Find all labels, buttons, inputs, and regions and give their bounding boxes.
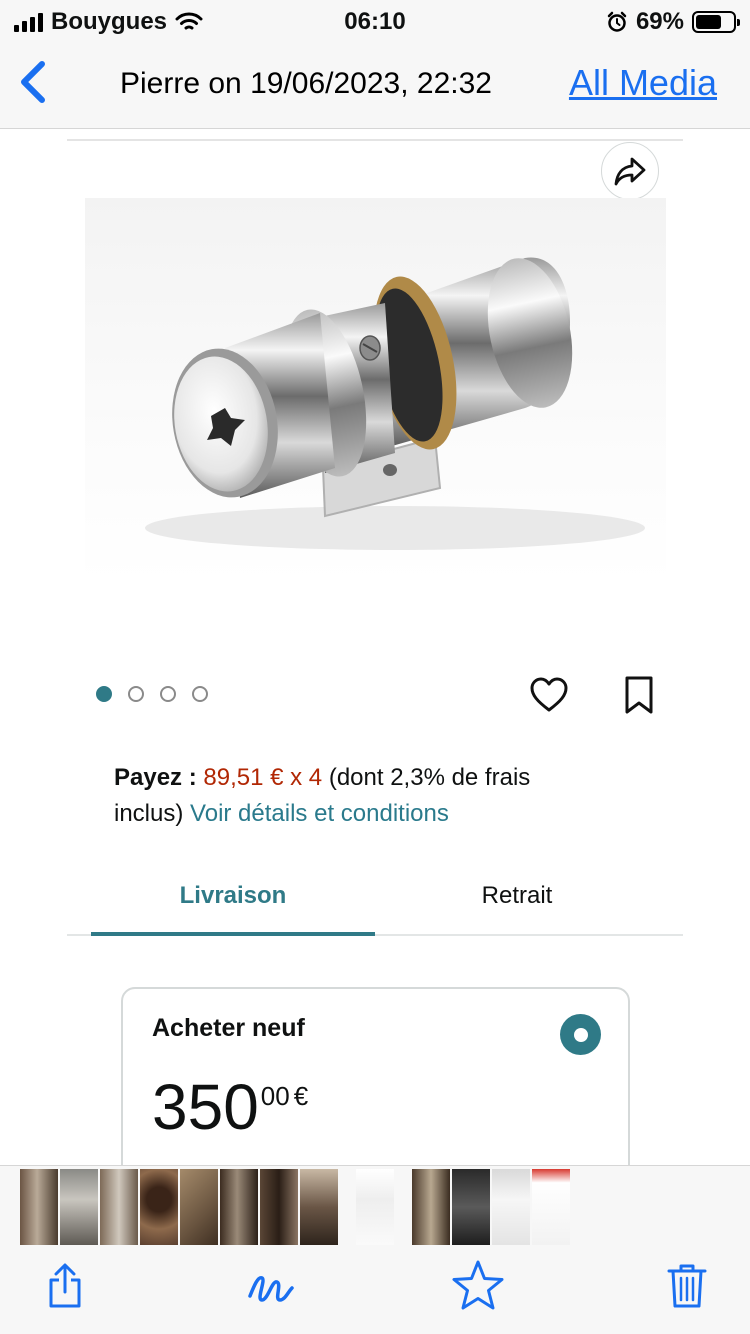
pay-label: Payez : xyxy=(114,764,197,791)
battery-icon xyxy=(692,11,740,33)
thumbnail[interactable] xyxy=(180,1169,218,1245)
offer-title: Acheter neuf xyxy=(152,1014,305,1042)
chevron-left-icon xyxy=(21,61,45,103)
nav-bar: Pierre on 19/06/2023, 22:32 All Media xyxy=(0,40,750,129)
markup-button[interactable] xyxy=(246,1261,296,1311)
product-image[interactable] xyxy=(85,198,666,584)
thumbnail[interactable] xyxy=(412,1169,450,1245)
delete-button[interactable] xyxy=(662,1261,712,1311)
save-for-later-button[interactable] xyxy=(622,674,656,716)
thumbnail[interactable] xyxy=(300,1169,338,1245)
alarm-icon xyxy=(607,11,627,32)
nav-title: Pierre on 19/06/2023, 22:32 xyxy=(120,67,492,100)
share-icon xyxy=(49,1263,81,1308)
heart-icon xyxy=(530,677,568,712)
thumbnail[interactable] xyxy=(532,1169,570,1245)
installment-amount: 89,51 € x 4 xyxy=(203,764,323,791)
share-arrow-icon xyxy=(614,157,646,186)
offer-price: 350 00 € xyxy=(152,1075,308,1139)
tab-retrait[interactable]: Retrait xyxy=(375,858,659,934)
installment-info: Payez : 89,51 € x 4 (dont 2,3% de frais … xyxy=(114,760,594,832)
carousel-dots[interactable] xyxy=(96,686,208,702)
share-product-button[interactable] xyxy=(601,142,659,200)
star-icon xyxy=(452,1260,504,1310)
tab-livraison[interactable]: Livraison xyxy=(91,858,375,936)
media-thumbnail-strip[interactable] xyxy=(0,1165,750,1247)
offer-radio-selected[interactable] xyxy=(560,1014,601,1055)
carousel-dot[interactable] xyxy=(192,686,208,702)
price-fraction: 00 xyxy=(260,1081,290,1111)
battery-fill xyxy=(696,15,721,29)
back-button[interactable] xyxy=(14,58,54,108)
thumbnails xyxy=(20,1169,570,1245)
lock-cylinder-illustration xyxy=(145,257,645,550)
thumbnail[interactable] xyxy=(20,1169,58,1245)
battery-percent: 69% xyxy=(635,8,684,35)
status-right: 69% xyxy=(606,8,740,36)
price-whole: 350 xyxy=(152,1071,259,1143)
buy-new-offer-card[interactable]: Acheter neuf 350 00 € xyxy=(121,987,630,1165)
carousel-dot[interactable] xyxy=(96,686,112,702)
carousel-dot[interactable] xyxy=(160,686,176,702)
thumbnail[interactable] xyxy=(60,1169,98,1245)
delivery-tabs: Livraison Retrait xyxy=(67,858,683,936)
markup-pen-icon xyxy=(248,1276,294,1302)
photos-toolbar xyxy=(0,1247,750,1334)
carousel-dot[interactable] xyxy=(128,686,144,702)
thumbnail[interactable] xyxy=(220,1169,258,1245)
status-bar: Bouygues 06:10 69% xyxy=(0,0,750,40)
thumbnail[interactable] xyxy=(492,1169,530,1245)
conditions-link[interactable]: Voir détails et conditions xyxy=(190,800,449,827)
price-currency: € xyxy=(293,1081,309,1111)
thumbnail[interactable] xyxy=(452,1169,490,1245)
thumbnail[interactable] xyxy=(356,1169,394,1245)
all-media-link[interactable]: All Media xyxy=(569,62,717,104)
radio-dot xyxy=(573,1027,588,1042)
thumbnail[interactable] xyxy=(100,1169,138,1245)
favorite-photo-button[interactable] xyxy=(450,1258,506,1314)
share-button[interactable] xyxy=(40,1261,90,1311)
thumbnail[interactable] xyxy=(260,1169,298,1245)
bookmark-icon xyxy=(625,676,653,714)
favorite-button[interactable] xyxy=(529,676,569,714)
trash-icon xyxy=(667,1264,707,1308)
screenshot-content: Payez : 89,51 € x 4 (dont 2,3% de frais … xyxy=(0,130,750,1165)
thumbnail[interactable] xyxy=(140,1169,178,1245)
divider xyxy=(67,139,683,141)
